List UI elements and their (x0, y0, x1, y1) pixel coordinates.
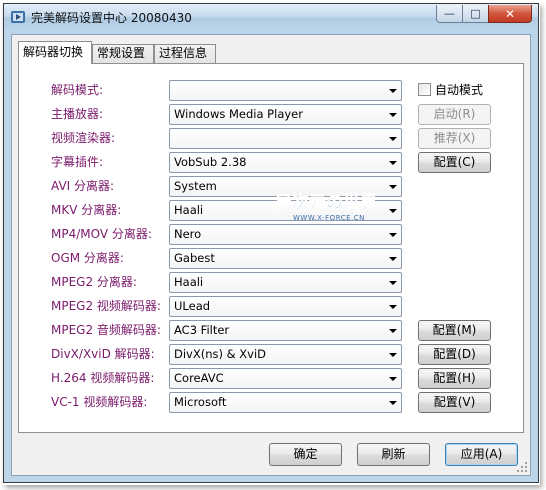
row-label-mpeg2-video-decoder: MPEG2 视频解码器: (51, 299, 161, 313)
chevron-down-icon (389, 137, 397, 141)
checkbox-icon[interactable] (418, 83, 431, 96)
tab-process-info[interactable]: 过程信息 (154, 44, 216, 63)
configure-h264-button[interactable]: 配置(H) (418, 368, 491, 389)
row-label-subtitle-plugin: 字幕插件: (51, 155, 104, 169)
h264-decoder-select[interactable]: CoreAVC (169, 368, 402, 389)
tab-general-settings[interactable]: 常规设置 (92, 44, 154, 63)
subtitle-plugin-value: VobSub 2.38 (174, 155, 247, 169)
close-button[interactable]: ✕ (488, 5, 532, 23)
app-icon (11, 11, 25, 23)
main-player-select[interactable]: Windows Media Player (169, 104, 402, 125)
window-title: 完美解码设置中心 20080430 (31, 11, 192, 25)
mpeg2-splitter-select[interactable]: Haali (169, 272, 402, 293)
mpeg2-splitter-value: Haali (174, 275, 204, 289)
chevron-down-icon (389, 305, 397, 309)
video-renderer-select[interactable] (169, 128, 402, 149)
refresh-button[interactable]: 刷新 (357, 443, 430, 466)
mkv-splitter-value: Haali (174, 203, 204, 217)
row-label-video-renderer: 视频渲染器: (51, 131, 116, 145)
ogm-splitter-value: Gabest (174, 251, 215, 265)
auto-mode-label: 自动模式 (435, 83, 484, 97)
configure-mpeg2-audio-button[interactable]: 配置(M) (418, 320, 491, 341)
mp4-splitter-select[interactable]: Nero (169, 224, 402, 245)
vc1-decoder-value: Microsoft (174, 395, 227, 409)
svg-text:异次元の世界: 异次元の世界 (275, 192, 377, 213)
chevron-down-icon (389, 233, 397, 237)
avi-splitter-value: System (174, 179, 217, 193)
apply-button[interactable]: 应用(A) (445, 443, 518, 466)
row-label-divx-decoder: DivX/XviD 解码器: (51, 347, 155, 361)
dialog-client-area: 解码器切换 常规设置 过程信息 解码模式: 自动模式 主播放器: Windows… (11, 34, 531, 476)
svg-text:WWW.X-FORCE.CN: WWW.X-FORCE.CN (293, 214, 365, 222)
settings-window: 完美解码设置中心 20080430 — □ ✕ 解码器切换 常规设置 过程信息 … (3, 3, 539, 483)
mp4-splitter-value: Nero (174, 227, 202, 241)
mpeg2-video-decoder-select[interactable]: ULead (169, 296, 402, 317)
row-label-mkv-splitter: MKV 分离器: (51, 203, 122, 217)
ogm-splitter-select[interactable]: Gabest (169, 248, 402, 269)
divx-decoder-select[interactable]: DivX(ns) & XviD (169, 344, 402, 365)
row-label-h264-decoder: H.264 视频解码器: (51, 371, 155, 385)
site-watermark-logo: 异次元の世界 WWW.X-FORCE.CN (275, 192, 378, 222)
chevron-down-icon (389, 401, 397, 405)
row-label-decode-mode: 解码模式: (51, 83, 104, 97)
recommend-button[interactable]: 推荐(X) (418, 128, 491, 149)
row-label-main-player: 主播放器: (51, 107, 104, 121)
mpeg2-audio-decoder-value: AC3 Filter (174, 323, 230, 337)
configure-vc1-button[interactable]: 配置(V) (418, 392, 491, 413)
divx-decoder-value: DivX(ns) & XviD (174, 347, 266, 361)
resize-grip-icon[interactable] (516, 461, 528, 473)
mpeg2-audio-decoder-select[interactable]: AC3 Filter (169, 320, 402, 341)
configure-subtitle-button[interactable]: 配置(C) (418, 152, 491, 173)
ok-button[interactable]: 确定 (269, 443, 342, 466)
launch-button[interactable]: 启动(R) (418, 104, 491, 125)
row-label-mp4-splitter: MP4/MOV 分离器: (51, 227, 152, 241)
minimize-button[interactable]: — (436, 5, 463, 23)
mpeg2-video-decoder-value: ULead (174, 299, 211, 313)
chevron-down-icon (389, 353, 397, 357)
chevron-down-icon (389, 281, 397, 285)
chevron-down-icon (389, 89, 397, 93)
title-bar[interactable]: 完美解码设置中心 20080430 — □ ✕ (4, 4, 538, 30)
row-label-ogm-splitter: OGM 分离器: (51, 251, 124, 265)
chevron-down-icon (389, 329, 397, 333)
maximize-button[interactable]: □ (462, 5, 489, 23)
row-label-mpeg2-splitter: MPEG2 分离器: (51, 275, 137, 289)
chevron-down-icon (389, 257, 397, 261)
subtitle-plugin-select[interactable]: VobSub 2.38 (169, 152, 402, 173)
decode-mode-select[interactable] (169, 80, 402, 101)
row-label-mpeg2-audio-decoder: MPEG2 音频解码器: (51, 323, 161, 337)
vc1-decoder-select[interactable]: Microsoft (169, 392, 402, 413)
chevron-down-icon (389, 161, 397, 165)
main-player-value: Windows Media Player (174, 107, 303, 121)
configure-divx-button[interactable]: 配置(D) (418, 344, 491, 365)
row-label-vc1-decoder: VC-1 视频解码器: (51, 395, 148, 409)
h264-decoder-value: CoreAVC (174, 371, 224, 385)
tab-decoder-switch[interactable]: 解码器切换 (18, 41, 92, 64)
chevron-down-icon (389, 113, 397, 117)
chevron-down-icon (389, 209, 397, 213)
chevron-down-icon (389, 185, 397, 189)
row-label-avi-splitter: AVI 分离器: (51, 179, 115, 193)
chevron-down-icon (389, 377, 397, 381)
decoder-switch-panel: 解码模式: 自动模式 主播放器: Windows Media Player 启动… (18, 63, 524, 433)
